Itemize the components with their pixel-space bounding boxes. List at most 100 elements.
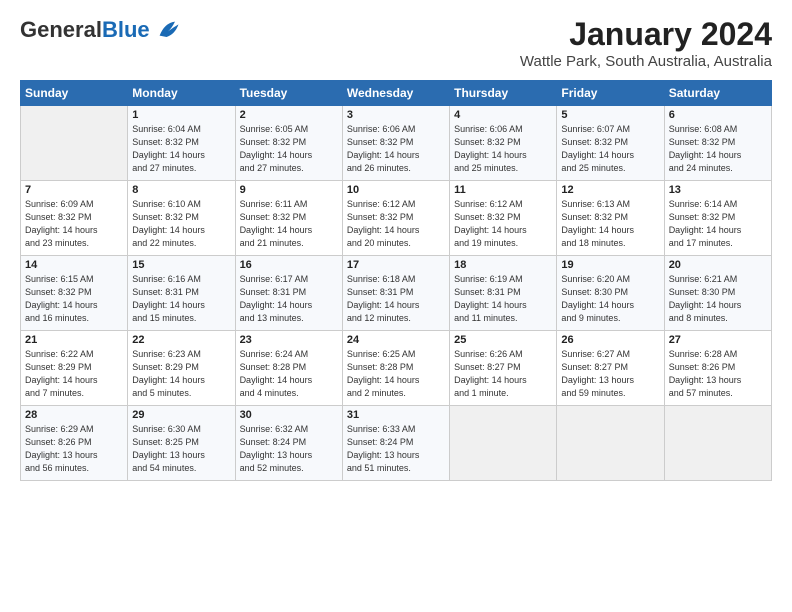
header-row: SundayMondayTuesdayWednesdayThursdayFrid…: [21, 81, 772, 106]
day-number: 25: [454, 334, 552, 346]
day-cell: 26 Sunrise: 6:27 AMSunset: 8:27 PMDayligh…: [557, 331, 664, 406]
day-number: 26: [561, 334, 659, 346]
title-block: January 2024 Wattle Park, South Australi…: [520, 16, 772, 70]
calendar-body: 1Sunrise: 6:04 AMSunset: 8:32 PMDaylight…: [21, 106, 772, 481]
day-cell: 27Sunrise: 6:28 AMSunset: 8:26 PMDayligh…: [664, 331, 771, 406]
day-info: Sunrise: 6:14 AMSunset: 8:32 PMDaylight:…: [669, 198, 767, 250]
day-number: 30: [240, 409, 338, 421]
week-row-3: 14 Sunrise: 6:15 AMSunset: 8:32 PMDayligh…: [21, 256, 772, 331]
day-info: Sunrise: 6:24 AMSunset: 8:28 PMDaylight:…: [240, 348, 338, 400]
day-cell: 3Sunrise: 6:06 AMSunset: 8:32 PMDaylight…: [342, 106, 449, 181]
day-number: 17: [347, 259, 445, 271]
day-number: 10: [347, 184, 445, 196]
calendar-header: SundayMondayTuesdayWednesdayThursdayFrid…: [21, 81, 772, 106]
day-info: Sunrise: 6:09 AMSunset: 8:32 PMDaylight:…: [25, 198, 123, 250]
day-number: 7: [25, 184, 123, 196]
logo-general-text: General: [20, 17, 102, 42]
calendar-table: SundayMondayTuesdayWednesdayThursdayFrid…: [20, 80, 772, 481]
day-cell: 12 Sunrise: 6:13 AMSunset: 8:32 PMDayligh…: [557, 181, 664, 256]
day-number: 2: [240, 109, 338, 121]
day-cell: 8 Sunrise: 6:10 AMSunset: 8:32 PMDaylight…: [128, 181, 235, 256]
day-info: Sunrise: 6:08 AMSunset: 8:32 PMDaylight:…: [669, 123, 767, 175]
day-cell: 30 Sunrise: 6:32 AMSunset: 8:24 PMDayligh…: [235, 406, 342, 481]
page: GeneralBlue January 2024 Wattle Park, So…: [0, 0, 792, 491]
day-cell: [450, 406, 557, 481]
day-info: Sunrise: 6:22 AMSunset: 8:29 PMDaylight:…: [25, 348, 123, 400]
day-info: Sunrise: 6:17 AMSunset: 8:31 PMDaylight:…: [240, 273, 338, 325]
day-cell: 13Sunrise: 6:14 AMSunset: 8:32 PMDayligh…: [664, 181, 771, 256]
header-day-monday: Monday: [128, 81, 235, 106]
day-info: Sunrise: 6:30 AMSunset: 8:25 PMDaylight:…: [132, 423, 230, 475]
day-cell: [21, 106, 128, 181]
day-cell: 28 Sunrise: 6:29 AMSunset: 8:26 PMDayligh…: [21, 406, 128, 481]
day-number: 3: [347, 109, 445, 121]
day-cell: 31Sunrise: 6:33 AMSunset: 8:24 PMDayligh…: [342, 406, 449, 481]
day-cell: 15Sunrise: 6:16 AMSunset: 8:31 PMDayligh…: [128, 256, 235, 331]
header-day-saturday: Saturday: [664, 81, 771, 106]
day-info: Sunrise: 6:26 AMSunset: 8:27 PMDaylight:…: [454, 348, 552, 400]
day-cell: 2 Sunrise: 6:05 AMSunset: 8:32 PMDaylight…: [235, 106, 342, 181]
day-cell: 6 Sunrise: 6:08 AMSunset: 8:32 PMDaylight…: [664, 106, 771, 181]
day-number: 23: [240, 334, 338, 346]
day-info: Sunrise: 6:19 AMSunset: 8:31 PMDaylight:…: [454, 273, 552, 325]
day-cell: [664, 406, 771, 481]
day-info: Sunrise: 6:15 AMSunset: 8:32 PMDaylight:…: [25, 273, 123, 325]
day-info: Sunrise: 6:07 AMSunset: 8:32 PMDaylight:…: [561, 123, 659, 175]
day-cell: 4Sunrise: 6:06 AMSunset: 8:32 PMDaylight…: [450, 106, 557, 181]
day-info: Sunrise: 6:29 AMSunset: 8:26 PMDaylight:…: [25, 423, 123, 475]
day-number: 19: [561, 259, 659, 271]
header-day-tuesday: Tuesday: [235, 81, 342, 106]
day-cell: 25 Sunrise: 6:26 AMSunset: 8:27 PMDayligh…: [450, 331, 557, 406]
day-number: 24: [347, 334, 445, 346]
day-info: Sunrise: 6:27 AMSunset: 8:27 PMDaylight:…: [561, 348, 659, 400]
day-info: Sunrise: 6:10 AMSunset: 8:32 PMDaylight:…: [132, 198, 230, 250]
week-row-2: 7 Sunrise: 6:09 AMSunset: 8:32 PMDaylight…: [21, 181, 772, 256]
day-number: 5: [561, 109, 659, 121]
day-cell: 24 Sunrise: 6:25 AMSunset: 8:28 PMDayligh…: [342, 331, 449, 406]
day-info: Sunrise: 6:13 AMSunset: 8:32 PMDaylight:…: [561, 198, 659, 250]
day-number: 8: [132, 184, 230, 196]
header: GeneralBlue January 2024 Wattle Park, So…: [20, 16, 772, 70]
day-number: 28: [25, 409, 123, 421]
day-info: Sunrise: 6:25 AMSunset: 8:28 PMDaylight:…: [347, 348, 445, 400]
day-number: 12: [561, 184, 659, 196]
day-number: 22: [132, 334, 230, 346]
day-info: Sunrise: 6:12 AMSunset: 8:32 PMDaylight:…: [347, 198, 445, 250]
day-number: 15: [132, 259, 230, 271]
day-info: Sunrise: 6:05 AMSunset: 8:32 PMDaylight:…: [240, 123, 338, 175]
logo-blue-text: Blue: [102, 17, 150, 42]
day-number: 31: [347, 409, 445, 421]
day-number: 14: [25, 259, 123, 271]
day-info: Sunrise: 6:11 AMSunset: 8:32 PMDaylight:…: [240, 198, 338, 250]
day-cell: 10 Sunrise: 6:12 AMSunset: 8:32 PMDayligh…: [342, 181, 449, 256]
day-cell: 20 Sunrise: 6:21 AMSunset: 8:30 PMDayligh…: [664, 256, 771, 331]
day-number: 21: [25, 334, 123, 346]
day-info: Sunrise: 6:21 AMSunset: 8:30 PMDaylight:…: [669, 273, 767, 325]
day-cell: 17Sunrise: 6:18 AMSunset: 8:31 PMDayligh…: [342, 256, 449, 331]
day-cell: 21 Sunrise: 6:22 AMSunset: 8:29 PMDayligh…: [21, 331, 128, 406]
logo: GeneralBlue: [20, 16, 182, 44]
month-title: January 2024: [520, 16, 772, 53]
day-number: 20: [669, 259, 767, 271]
header-day-sunday: Sunday: [21, 81, 128, 106]
day-number: 11: [454, 184, 552, 196]
day-number: 6: [669, 109, 767, 121]
day-info: Sunrise: 6:20 AMSunset: 8:30 PMDaylight:…: [561, 273, 659, 325]
week-row-4: 21 Sunrise: 6:22 AMSunset: 8:29 PMDayligh…: [21, 331, 772, 406]
day-cell: 7 Sunrise: 6:09 AMSunset: 8:32 PMDaylight…: [21, 181, 128, 256]
day-info: Sunrise: 6:32 AMSunset: 8:24 PMDaylight:…: [240, 423, 338, 475]
day-info: Sunrise: 6:06 AMSunset: 8:32 PMDaylight:…: [454, 123, 552, 175]
day-cell: 22Sunrise: 6:23 AMSunset: 8:29 PMDayligh…: [128, 331, 235, 406]
day-cell: 14 Sunrise: 6:15 AMSunset: 8:32 PMDayligh…: [21, 256, 128, 331]
day-cell: 18Sunrise: 6:19 AMSunset: 8:31 PMDayligh…: [450, 256, 557, 331]
week-row-1: 1Sunrise: 6:04 AMSunset: 8:32 PMDaylight…: [21, 106, 772, 181]
day-cell: 23 Sunrise: 6:24 AMSunset: 8:28 PMDayligh…: [235, 331, 342, 406]
day-cell: [557, 406, 664, 481]
day-number: 27: [669, 334, 767, 346]
day-cell: 29Sunrise: 6:30 AMSunset: 8:25 PMDayligh…: [128, 406, 235, 481]
day-cell: 19 Sunrise: 6:20 AMSunset: 8:30 PMDayligh…: [557, 256, 664, 331]
day-cell: 5 Sunrise: 6:07 AMSunset: 8:32 PMDaylight…: [557, 106, 664, 181]
day-number: 1: [132, 109, 230, 121]
header-day-wednesday: Wednesday: [342, 81, 449, 106]
day-cell: 9Sunrise: 6:11 AMSunset: 8:32 PMDaylight…: [235, 181, 342, 256]
